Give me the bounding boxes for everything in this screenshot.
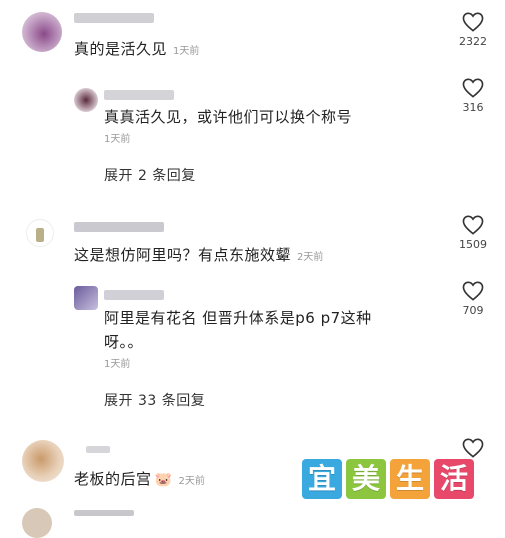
- like-count: 2322: [459, 35, 487, 48]
- avatar: [22, 508, 52, 538]
- watermark-logo-char: 生: [390, 459, 430, 499]
- comment-body: 这是想仿阿里吗？有点东施效颦: [74, 246, 292, 264]
- comment-text: 真真活久见，或许他们可以换个称号: [104, 108, 353, 126]
- like-button[interactable]: 2322: [453, 12, 493, 48]
- comment-text: 老板的后宫 🐷 2天前: [74, 468, 205, 489]
- like-button[interactable]: [453, 438, 493, 458]
- comment-text: 真的是活久见 1天前: [74, 38, 199, 59]
- watermark-logo-char: 活: [434, 459, 474, 499]
- heart-outline-icon: [462, 215, 484, 235]
- like-button[interactable]: 1509: [453, 215, 493, 251]
- comment-time: 1天前: [104, 359, 131, 370]
- pig-emoji-icon: 🐷: [154, 472, 173, 488]
- username-redacted: [74, 510, 134, 516]
- username-redacted[interactable]: [74, 13, 154, 23]
- comment-text: 这是想仿阿里吗？有点东施效颦 2天前: [74, 244, 323, 265]
- comment-time: 1天前: [104, 134, 131, 145]
- heart-outline-icon: [462, 281, 484, 301]
- like-count: 709: [462, 304, 484, 317]
- like-count: 316: [462, 101, 484, 114]
- avatar[interactable]: [74, 88, 98, 112]
- watermark-logo-char: 美: [346, 459, 386, 499]
- username-redacted[interactable]: [74, 222, 164, 232]
- username-redacted[interactable]: [104, 90, 174, 100]
- like-button[interactable]: 709: [453, 281, 493, 317]
- avatar[interactable]: [74, 286, 98, 310]
- expand-replies-link[interactable]: 展开 33 条回复: [104, 390, 205, 410]
- comment-body: 老板的后宫: [74, 470, 152, 488]
- watermark-logo-char: 宜: [302, 459, 342, 499]
- like-button[interactable]: 316: [453, 78, 493, 114]
- like-count: 1509: [459, 238, 487, 251]
- heart-outline-icon: [462, 78, 484, 98]
- avatar[interactable]: [22, 440, 64, 482]
- heart-outline-icon: [462, 438, 484, 458]
- username-redacted[interactable]: [86, 446, 110, 453]
- comment-text-line2: 呀。。: [104, 333, 144, 351]
- avatar[interactable]: [22, 12, 62, 52]
- comment-time: 2天前: [297, 252, 324, 263]
- avatar-figure: [36, 228, 44, 242]
- heart-outline-icon: [462, 12, 484, 32]
- comment-text-line1: 阿里是有花名 但晋升体系是p6 p7这种: [104, 309, 372, 327]
- comment-time: 2天前: [178, 476, 205, 487]
- comment-time: 1天前: [173, 46, 200, 57]
- comment-body: 真的是活久见: [74, 40, 168, 58]
- expand-replies-link[interactable]: 展开 2 条回复: [104, 165, 196, 185]
- username-redacted[interactable]: [104, 290, 164, 300]
